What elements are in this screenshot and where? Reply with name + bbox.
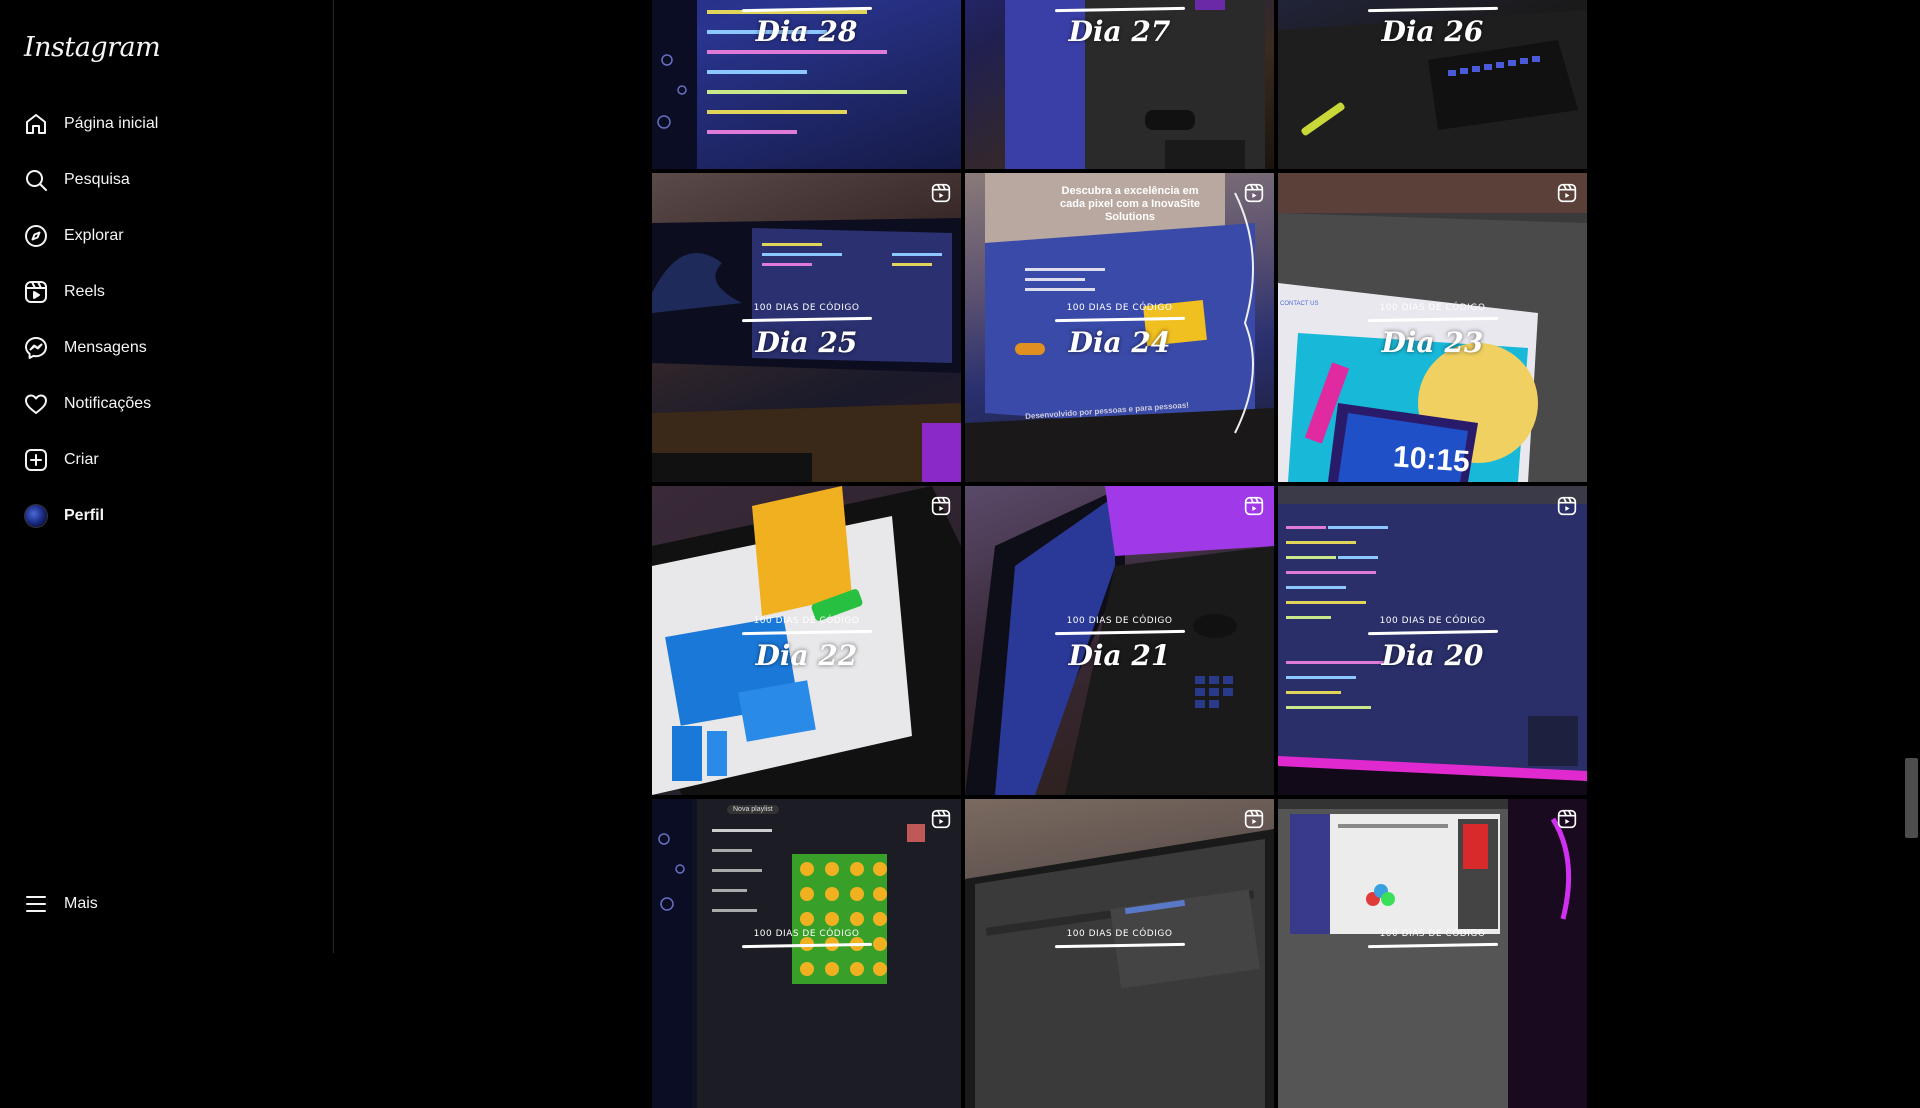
- post-tile[interactable]: 100 DIAS DE CÓDIGO Dia 21: [965, 486, 1274, 795]
- post-caption-day: Dia 22: [755, 639, 858, 672]
- instagram-logo[interactable]: Instagram: [24, 32, 161, 63]
- tile-clock-text: 10:15: [1391, 440, 1471, 479]
- sidebar-item-label: Explorar: [64, 227, 124, 244]
- sidebar-item-create[interactable]: Criar: [12, 436, 322, 484]
- heart-icon: [24, 392, 48, 416]
- post-caption-day: Dia 25: [755, 326, 858, 359]
- post-tile[interactable]: 100 DIAS DE CÓDIGO Dia 22: [652, 486, 961, 795]
- post-caption-series: 100 DIAS DE CÓDIGO: [753, 303, 860, 313]
- post-caption-day: Dia 23: [1381, 326, 1484, 359]
- reel-icon: [1557, 809, 1577, 829]
- sidebar-item-messages[interactable]: Mensagens: [12, 324, 322, 372]
- reel-icon: [931, 183, 951, 203]
- sidebar-item-profile[interactable]: Perfil: [12, 492, 322, 540]
- sidebar-item-label: Notificações: [64, 395, 152, 412]
- reel-icon: [1557, 496, 1577, 516]
- sidebar-item-label: Criar: [64, 451, 99, 468]
- sidebar-item-more[interactable]: Mais: [12, 880, 322, 928]
- post-caption-series: 100 DIAS DE CÓDIGO: [1379, 616, 1486, 626]
- post-caption-day: Dia 26: [1381, 15, 1484, 48]
- post-caption-day: Dia 24: [1068, 326, 1171, 359]
- sidebar: Instagram Página inicial Pesquisa Explor…: [0, 0, 334, 953]
- sidebar-item-explore[interactable]: Explorar: [12, 212, 322, 260]
- sidebar-item-home[interactable]: Página inicial: [12, 100, 322, 148]
- profile-posts-grid: Dia 28 Dia 27 Dia 26 100 DIAS DE CÓDIGO …: [652, 0, 1587, 1108]
- tile-photo: [1278, 799, 1587, 1108]
- sidebar-item-label: Perfil: [64, 507, 105, 524]
- post-caption-day: Dia 28: [755, 15, 858, 48]
- post-caption-series: 100 DIAS DE CÓDIGO: [753, 929, 860, 939]
- post-tile[interactable]: 100 DIAS DE CÓDIGO Dia 25: [652, 173, 961, 482]
- post-tile[interactable]: 100 DIAS DE CÓDIGO: [1278, 799, 1587, 1108]
- sidebar-item-search[interactable]: Pesquisa: [12, 156, 322, 204]
- post-caption-day: Dia 20: [1381, 639, 1484, 672]
- post-tile[interactable]: 100 DIAS DE CÓDIGO Dia 20: [1278, 486, 1587, 795]
- reel-icon: [1244, 809, 1264, 829]
- plus-square-icon: [24, 448, 48, 472]
- scrollbar-thumb[interactable]: [1905, 758, 1918, 838]
- home-icon: [24, 112, 48, 136]
- reel-icon: [931, 809, 951, 829]
- post-tile[interactable]: Dia 26: [1278, 0, 1587, 169]
- post-caption-series: 100 DIAS DE CÓDIGO: [1379, 303, 1486, 313]
- reels-icon: [24, 280, 48, 304]
- post-caption-day: Dia 21: [1068, 639, 1171, 672]
- page-scrollbar[interactable]: [1903, 0, 1920, 953]
- reel-icon: [1557, 183, 1577, 203]
- tile-photo: [652, 799, 961, 1108]
- post-tile[interactable]: 100 DIAS DE CÓDIGO: [965, 799, 1274, 1108]
- sidebar-item-label: Reels: [64, 283, 105, 300]
- reel-icon: [931, 496, 951, 516]
- reel-icon: [1244, 496, 1264, 516]
- sidebar-item-notifications[interactable]: Notificações: [12, 380, 322, 428]
- search-icon: [24, 168, 48, 192]
- more-menu: Mais: [12, 880, 322, 936]
- sidebar-item-label: Mais: [64, 895, 98, 912]
- sidebar-item-reels[interactable]: Reels: [12, 268, 322, 316]
- post-tile[interactable]: Dia 27: [965, 0, 1274, 169]
- post-tile[interactable]: CONTACT US 10:15 100 DIAS DE CÓDIGO Dia …: [1278, 173, 1587, 482]
- post-tile[interactable]: Dia 28: [652, 0, 961, 169]
- post-caption-series: 100 DIAS DE CÓDIGO: [1066, 616, 1173, 626]
- hamburger-icon: [24, 892, 48, 916]
- post-caption-series: 100 DIAS DE CÓDIGO: [1066, 303, 1173, 313]
- post-caption-day: Dia 27: [1068, 15, 1171, 48]
- sidebar-nav: Página inicial Pesquisa Explorar Reels M…: [12, 100, 322, 548]
- sidebar-item-label: Mensagens: [64, 339, 147, 356]
- compass-icon: [24, 224, 48, 248]
- sidebar-item-label: Página inicial: [64, 115, 159, 132]
- post-tile[interactable]: Nova playlist 100 DIAS DE CÓDIGO: [652, 799, 961, 1108]
- tile-headline-text: Descubra a excelência em cada pixel com …: [1059, 185, 1200, 223]
- post-caption-series: 100 DIAS DE CÓDIGO: [1379, 929, 1486, 939]
- tile-playlist-text: Nova playlist: [727, 805, 779, 814]
- avatar: [24, 504, 48, 528]
- post-caption-series: 100 DIAS DE CÓDIGO: [753, 616, 860, 626]
- tile-photo: [965, 829, 1274, 1108]
- post-tile[interactable]: Descubra a excelência em cada pixel com …: [965, 173, 1274, 482]
- messenger-icon: [24, 336, 48, 360]
- sidebar-item-label: Pesquisa: [64, 171, 130, 188]
- reel-icon: [1244, 183, 1264, 203]
- post-caption-series: 100 DIAS DE CÓDIGO: [1066, 929, 1173, 939]
